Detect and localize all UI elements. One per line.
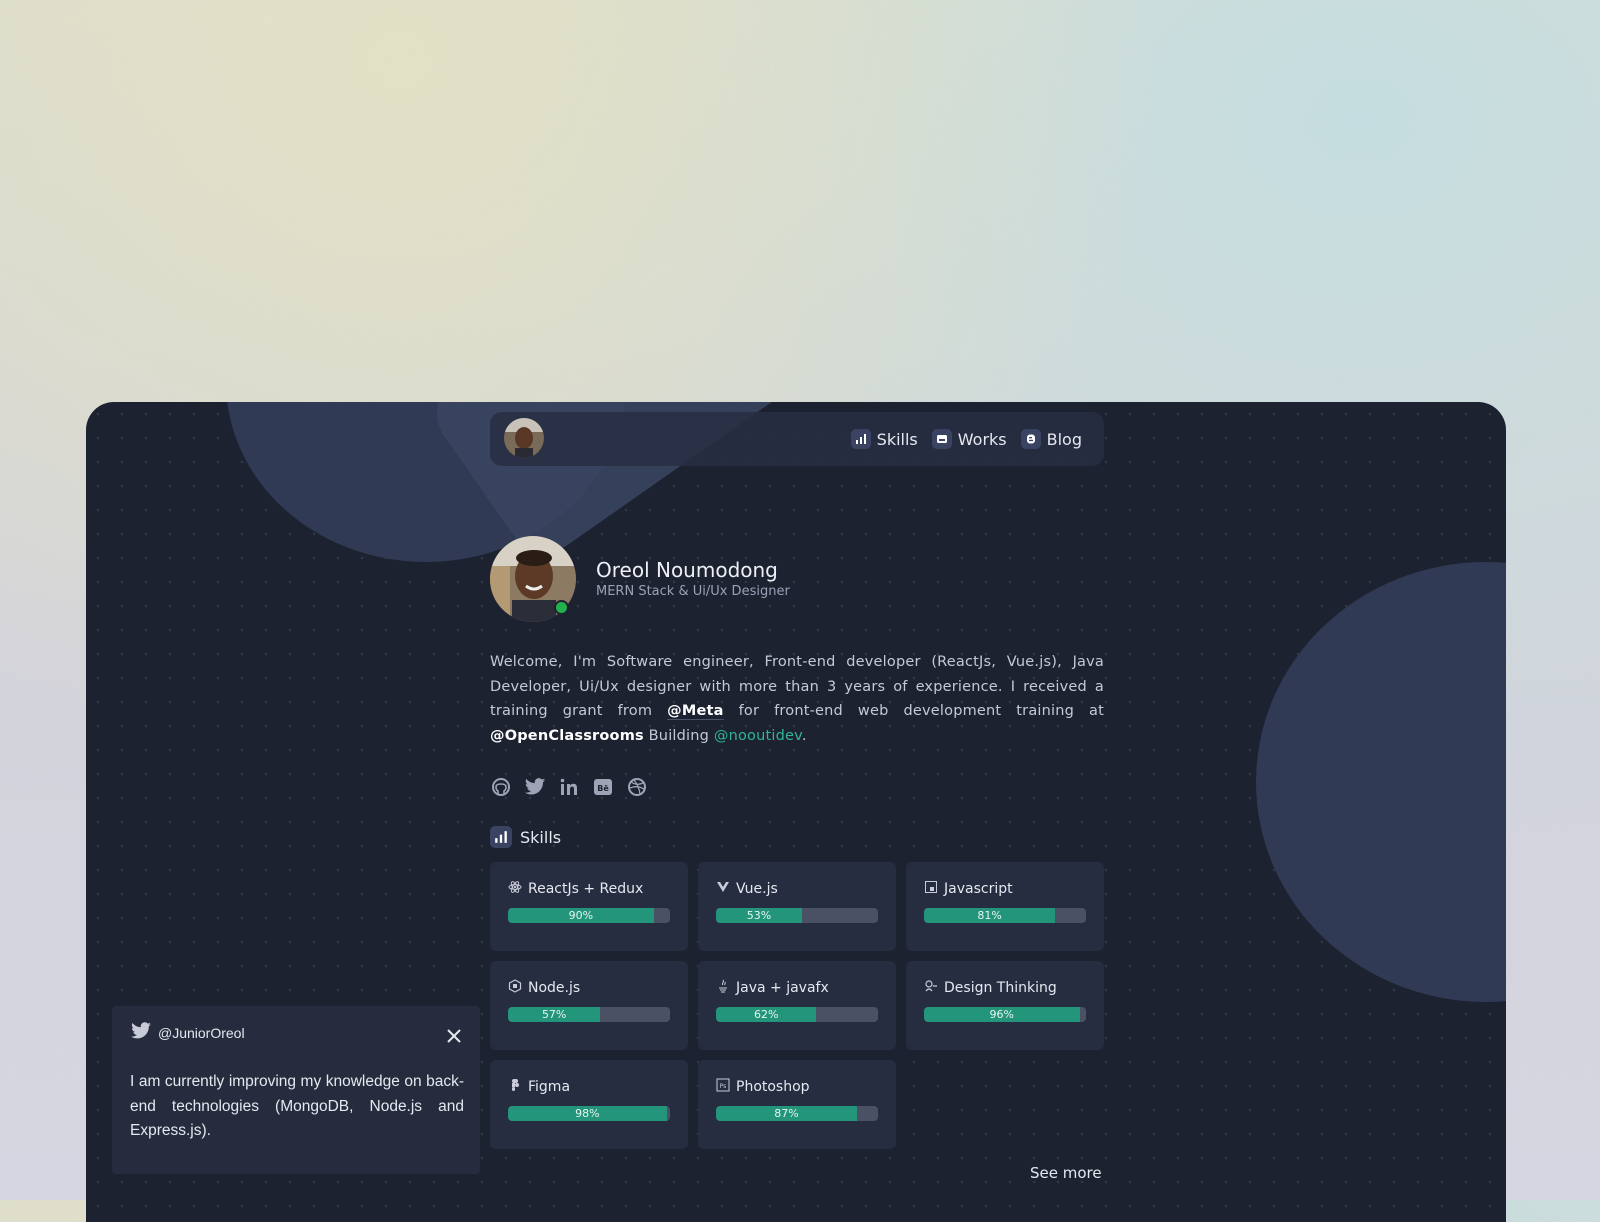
skill-card-photoshop: Ps Photoshop 87% bbox=[698, 1060, 896, 1149]
bio-text: . bbox=[801, 727, 807, 744]
javascript-icon bbox=[924, 880, 938, 898]
skill-label: Design Thinking bbox=[944, 980, 1057, 996]
bio-paragraph: Welcome, I'm Software engineer, Front-en… bbox=[490, 650, 1104, 748]
skill-percent: 81% bbox=[977, 909, 1002, 922]
skill-percent: 96% bbox=[989, 1008, 1014, 1021]
figma-icon bbox=[508, 1078, 522, 1096]
openclassrooms-mention[interactable]: @OpenClassrooms bbox=[490, 728, 644, 744]
skill-progress-bar: 96% bbox=[924, 1007, 1086, 1022]
design-thinking-icon bbox=[924, 979, 938, 997]
nav-blog-link[interactable]: Blog bbox=[1020, 429, 1082, 449]
skill-progress-bar: 98% bbox=[508, 1106, 670, 1121]
skill-label: Javascript bbox=[944, 881, 1013, 897]
twitter-icon[interactable] bbox=[524, 776, 546, 798]
vue-icon bbox=[716, 880, 730, 898]
skill-label: Node.js bbox=[528, 980, 581, 996]
behance-icon[interactable]: Bē bbox=[592, 776, 614, 798]
skill-card-design-thinking: Design Thinking 96% bbox=[906, 961, 1104, 1050]
close-icon[interactable] bbox=[444, 1026, 464, 1046]
nav-blog-label: Blog bbox=[1046, 429, 1082, 449]
decor-blob-right bbox=[1256, 562, 1506, 1002]
tweet-handle[interactable]: @JuniorOreol bbox=[158, 1025, 245, 1041]
dribbble-icon[interactable] bbox=[626, 776, 648, 798]
online-status-dot bbox=[554, 600, 569, 615]
react-icon bbox=[508, 880, 522, 898]
skill-progress-bar: 81% bbox=[924, 908, 1086, 923]
blogger-icon bbox=[1020, 429, 1041, 449]
skill-percent: 87% bbox=[774, 1107, 799, 1120]
briefcase-icon bbox=[931, 429, 952, 449]
skill-percent: 62% bbox=[753, 1008, 779, 1021]
photoshop-icon: Ps bbox=[716, 1078, 730, 1096]
skill-percent: 57% bbox=[541, 1008, 567, 1021]
skill-progress-bar: 62% bbox=[716, 1007, 878, 1022]
skill-progress-fill: 57% bbox=[508, 1007, 601, 1022]
twitter-icon bbox=[130, 1022, 152, 1043]
skill-label: Vue.js bbox=[736, 881, 778, 897]
skill-progress-fill: 87% bbox=[716, 1106, 857, 1121]
java-icon bbox=[716, 979, 730, 997]
skills-heading: Skills bbox=[490, 826, 561, 848]
skill-label: Figma bbox=[528, 1079, 571, 1095]
meta-mention[interactable]: @Meta bbox=[667, 703, 723, 719]
skill-card-nodejs: Node.js 57% bbox=[490, 961, 688, 1050]
skill-progress-fill: 98% bbox=[508, 1106, 667, 1121]
nav-skills-label: Skills bbox=[876, 429, 918, 449]
nav-skills-link[interactable]: Skills bbox=[850, 429, 918, 449]
skill-label: ReactJs + Redux bbox=[528, 881, 644, 897]
nav-works-link[interactable]: Works bbox=[931, 429, 1007, 449]
skill-card-reactjs: ReactJs + Redux 90% bbox=[490, 862, 688, 951]
skill-progress-fill: 81% bbox=[924, 908, 1056, 923]
top-nav: Skills Works Blog bbox=[490, 412, 1104, 466]
svg-text:Ps: Ps bbox=[720, 1083, 727, 1090]
skill-label: Java + javafx bbox=[736, 980, 829, 996]
skill-card-figma: Figma 98% bbox=[490, 1060, 688, 1149]
linkedin-icon[interactable] bbox=[558, 776, 580, 798]
skill-progress-fill: 53% bbox=[716, 908, 802, 923]
nooutidev-link[interactable]: @nooutidev bbox=[714, 728, 802, 744]
nav-works-label: Works bbox=[957, 429, 1007, 449]
skill-card-javascript: Javascript 81% bbox=[906, 862, 1104, 951]
profile-role: MERN Stack & Ui/Ux Designer bbox=[596, 584, 790, 599]
skill-progress-fill: 96% bbox=[924, 1007, 1080, 1022]
tweet-text: I am currently improving my knowledge on… bbox=[130, 1073, 464, 1139]
svg-text:Bē: Bē bbox=[597, 784, 609, 793]
see-more-link[interactable]: See more bbox=[1030, 1164, 1102, 1182]
skill-card-java: Java + javafx 62% bbox=[698, 961, 896, 1050]
chart-bars-icon bbox=[850, 429, 871, 449]
nodejs-icon bbox=[508, 979, 522, 997]
skill-progress-bar: 57% bbox=[508, 1007, 670, 1022]
tweet-popup: @JuniorOreol I am currently improving my… bbox=[112, 1006, 480, 1174]
skill-progress-bar: 90% bbox=[508, 908, 670, 923]
social-links: Bē bbox=[490, 776, 648, 798]
bio-text: Building bbox=[648, 727, 710, 744]
github-icon[interactable] bbox=[490, 776, 512, 798]
skill-label: Photoshop bbox=[736, 1079, 810, 1095]
skill-progress-fill: 62% bbox=[716, 1007, 817, 1022]
skill-percent: 53% bbox=[746, 909, 772, 922]
skill-progress-fill: 90% bbox=[508, 908, 654, 923]
skill-progress-bar: 87% bbox=[716, 1106, 878, 1121]
profile-name: Oreol Noumodong bbox=[596, 558, 778, 582]
nav-links: Skills Works Blog bbox=[850, 412, 1082, 466]
skill-percent: 98% bbox=[575, 1107, 600, 1120]
bio-text: for front-end web development training a… bbox=[738, 703, 1104, 719]
chart-bars-icon bbox=[490, 826, 512, 848]
nav-avatar[interactable] bbox=[504, 418, 544, 458]
skill-card-vuejs: Vue.js 53% bbox=[698, 862, 896, 951]
portfolio-window: Skills Works Blog Oreol Noumodong MERN S… bbox=[86, 402, 1506, 1222]
skill-percent: 90% bbox=[568, 909, 594, 922]
skills-grid: ReactJs + Redux 90% Vue.js 53% Javascrip… bbox=[490, 862, 1104, 1149]
skill-progress-bar: 53% bbox=[716, 908, 878, 923]
skills-title: Skills bbox=[520, 827, 562, 847]
